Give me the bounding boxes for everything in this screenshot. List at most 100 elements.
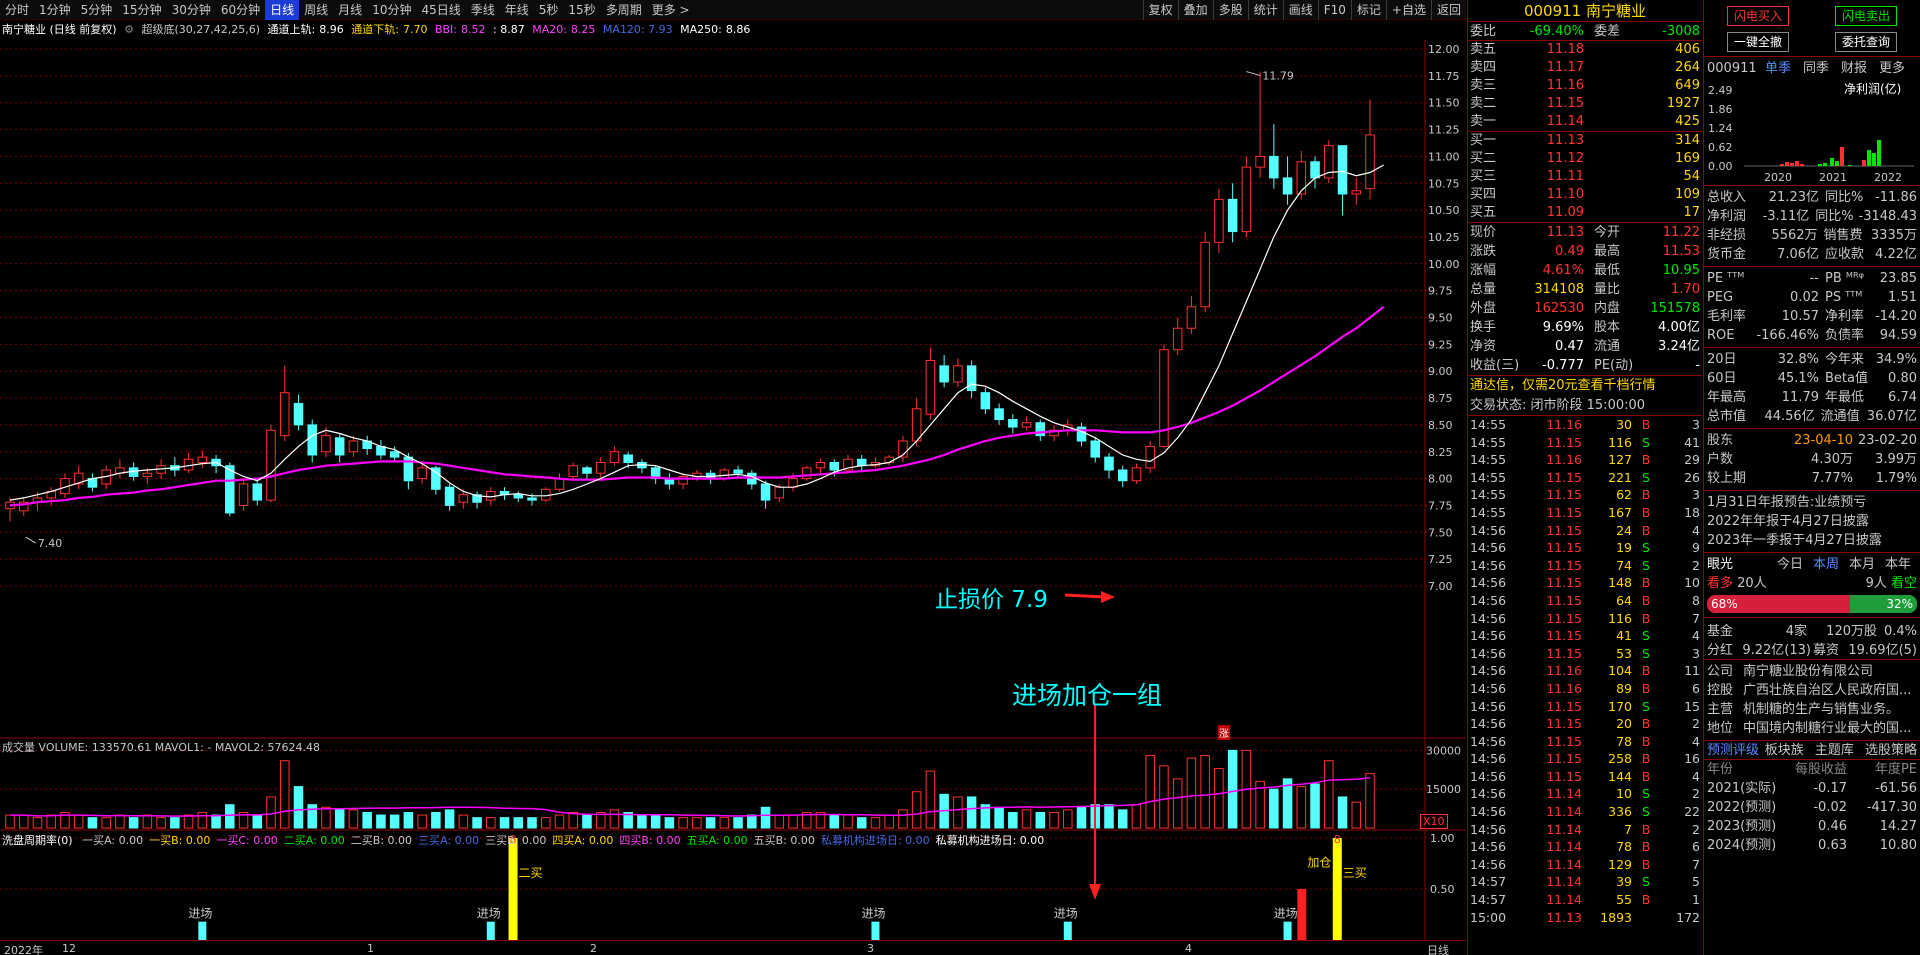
tool-button-6[interactable]: 标记: [1350, 0, 1386, 20]
period-tab-2[interactable]: 5分钟: [76, 0, 118, 20]
flash-buy-button[interactable]: 闪电买入: [1726, 6, 1789, 26]
metric-row: 货币金 7.06亿 应收款 4.22亿: [1704, 245, 1920, 264]
metric-value-2: 1.51: [1888, 290, 1917, 305]
candle-body: [225, 465, 235, 514]
tick-count: 11: [1684, 663, 1700, 679]
tool-button-1[interactable]: 叠加: [1177, 0, 1213, 20]
company-info: 公司 南宁糖业股份有限公司 控股 广西壮族自治区人民政府国... 主营 机制糖的生产与销售…: [1704, 660, 1920, 741]
flash-sell-button[interactable]: 闪电卖出: [1834, 6, 1897, 26]
volume-bar: [966, 796, 977, 829]
period-week[interactable]: 本周: [1813, 555, 1849, 574]
period-tab-14[interactable]: 15秒: [563, 0, 600, 20]
period-tab-8[interactable]: 月线: [333, 0, 367, 20]
tool-button-5[interactable]: F10: [1317, 0, 1351, 20]
eye-label: 眼光: [1707, 557, 1734, 572]
stat-row: 涨幅 4.61% 最低 10.95: [1468, 261, 1702, 280]
tick-row: 15:00 11.13 1893 172: [1468, 909, 1702, 927]
period-today[interactable]: 今日: [1777, 555, 1813, 574]
tick-volume: 30: [1616, 417, 1632, 432]
upsell-banner[interactable]: 通达信，仅需20元查看千档行情: [1468, 376, 1702, 396]
tab-sector[interactable]: 板块族: [1765, 741, 1815, 759]
candle-body: [540, 488, 551, 501]
tick-volume: 7: [1624, 821, 1632, 837]
tool-button-4[interactable]: 画线: [1282, 0, 1318, 20]
tab-same-quarter[interactable]: 同季: [1803, 59, 1841, 78]
period-year[interactable]: 本年: [1885, 555, 1911, 574]
xaxis-month-2: 2: [590, 942, 597, 955]
candle-body: [238, 483, 249, 506]
volume-bar: [953, 796, 963, 829]
tool-button-8[interactable]: 返回: [1430, 0, 1466, 20]
gear-icon[interactable]: ⚙: [124, 23, 134, 36]
period-tab-6[interactable]: 日线: [265, 0, 300, 20]
chart-area[interactable]: 12.00 11.75 11.50 11.25 11.00 10.75 10.50 10.25…: [0, 40, 1466, 940]
stat-row: 外盘 162530 内盘 151578: [1468, 299, 1702, 318]
period-tab-1[interactable]: 1分钟: [34, 0, 76, 20]
tick-volume: 1893: [1600, 909, 1632, 925]
tab-strategy[interactable]: 选股策略: [1865, 741, 1917, 759]
tool-button-7[interactable]: +自选: [1385, 0, 1431, 20]
order-query-button[interactable]: 委托查询: [1834, 32, 1897, 52]
notice-item[interactable]: 2023年一季报于4月27日披露: [1704, 531, 1920, 550]
volume-bar: [458, 814, 469, 829]
stop-loss-arrowhead: [1101, 591, 1115, 603]
period-tab-9[interactable]: 10分钟: [367, 0, 416, 20]
kline-chart[interactable]: 12.00 11.75 11.50 11.25 11.00 10.75 10.50 10.25…: [0, 40, 1466, 940]
tool-button-0[interactable]: 复权: [1142, 0, 1178, 20]
bull-count: 20人: [1737, 576, 1767, 591]
tab-quarter[interactable]: 单季: [1765, 59, 1803, 78]
tick-direction: S: [1642, 786, 1650, 802]
period-tab-11[interactable]: 季线: [466, 0, 500, 20]
wc-label: 委差: [1594, 24, 1621, 39]
tick-time: 14:55: [1470, 504, 1507, 520]
tab-theme[interactable]: 主题库: [1815, 741, 1865, 759]
indicator-item-8: 四买B: 0.00: [619, 834, 681, 847]
indicator-item-12: 私募机构进场日: 0.00: [935, 834, 1045, 847]
period-tab-16[interactable]: 更多 >: [647, 0, 695, 20]
tick-volume: 127: [1608, 452, 1632, 468]
metric-label: 货币金: [1707, 247, 1747, 262]
metric-value-2: 0.80: [1888, 371, 1917, 386]
tool-button-3[interactable]: 统计: [1247, 0, 1283, 20]
stat-row: 涨跌 0.49 最高 11.53: [1468, 242, 1702, 261]
metric-value: 10.57: [1781, 309, 1819, 324]
stat-value-2: 151578: [1650, 301, 1700, 316]
period-tab-10[interactable]: 45日线: [416, 0, 465, 20]
cancel-all-button[interactable]: 一键全撤: [1726, 32, 1789, 52]
candle-body: [1282, 177, 1293, 195]
tab-forecast[interactable]: 预测评级: [1707, 741, 1765, 759]
notice-item[interactable]: 2022年年报于4月27日披露: [1704, 512, 1920, 531]
period-tab-4[interactable]: 30分钟: [167, 0, 216, 20]
tick-time: 14:55: [1470, 487, 1507, 503]
bid-row: 买二 11.12 169: [1468, 150, 1702, 168]
volume-bar: [568, 811, 578, 829]
price-tick-label: 8.25: [1428, 446, 1453, 459]
holder-label: 户数: [1707, 452, 1734, 467]
tab-report[interactable]: 财报: [1841, 59, 1879, 78]
tick-row: 14:56 11.15 148 B 10: [1468, 574, 1702, 592]
tick-time: 14:55: [1470, 469, 1507, 485]
trade-status-text: 交易状态: 闭市阶段 15:00:00: [1470, 398, 1646, 413]
stat-row: 收益(三) -0.777 PE(动) -: [1468, 356, 1702, 375]
period-tab-15[interactable]: 多周期: [601, 0, 647, 20]
period-month[interactable]: 本月: [1849, 555, 1885, 574]
bid-row-label: 买三: [1470, 169, 1497, 184]
notice-item[interactable]: 1月31日年报预告:业绩预亏: [1704, 493, 1920, 512]
price-tick-label: 9.00: [1428, 365, 1453, 378]
period-tab-3[interactable]: 15分钟: [117, 0, 166, 20]
candle-body: [925, 359, 936, 415]
tool-button-2[interactable]: 多股: [1212, 0, 1248, 20]
indicator-name[interactable]: 超级底(30,27,42,25,6): [141, 23, 260, 36]
period-tab-0[interactable]: 分时: [0, 0, 34, 20]
period-tab-5[interactable]: 60分钟: [216, 0, 265, 20]
period-tab-13[interactable]: 5秒: [534, 0, 564, 20]
enter-label: 进场: [1054, 907, 1078, 921]
period-tab-7[interactable]: 周线: [299, 0, 333, 20]
metric-value-2: -14.20: [1875, 309, 1917, 324]
period-tab-12[interactable]: 年线: [500, 0, 534, 20]
candle-body: [568, 465, 578, 477]
profit-bar: [1795, 161, 1799, 166]
tick-count: 2: [1692, 821, 1700, 837]
tab-more[interactable]: 更多: [1879, 59, 1905, 78]
tick-count: 7: [1692, 610, 1700, 626]
